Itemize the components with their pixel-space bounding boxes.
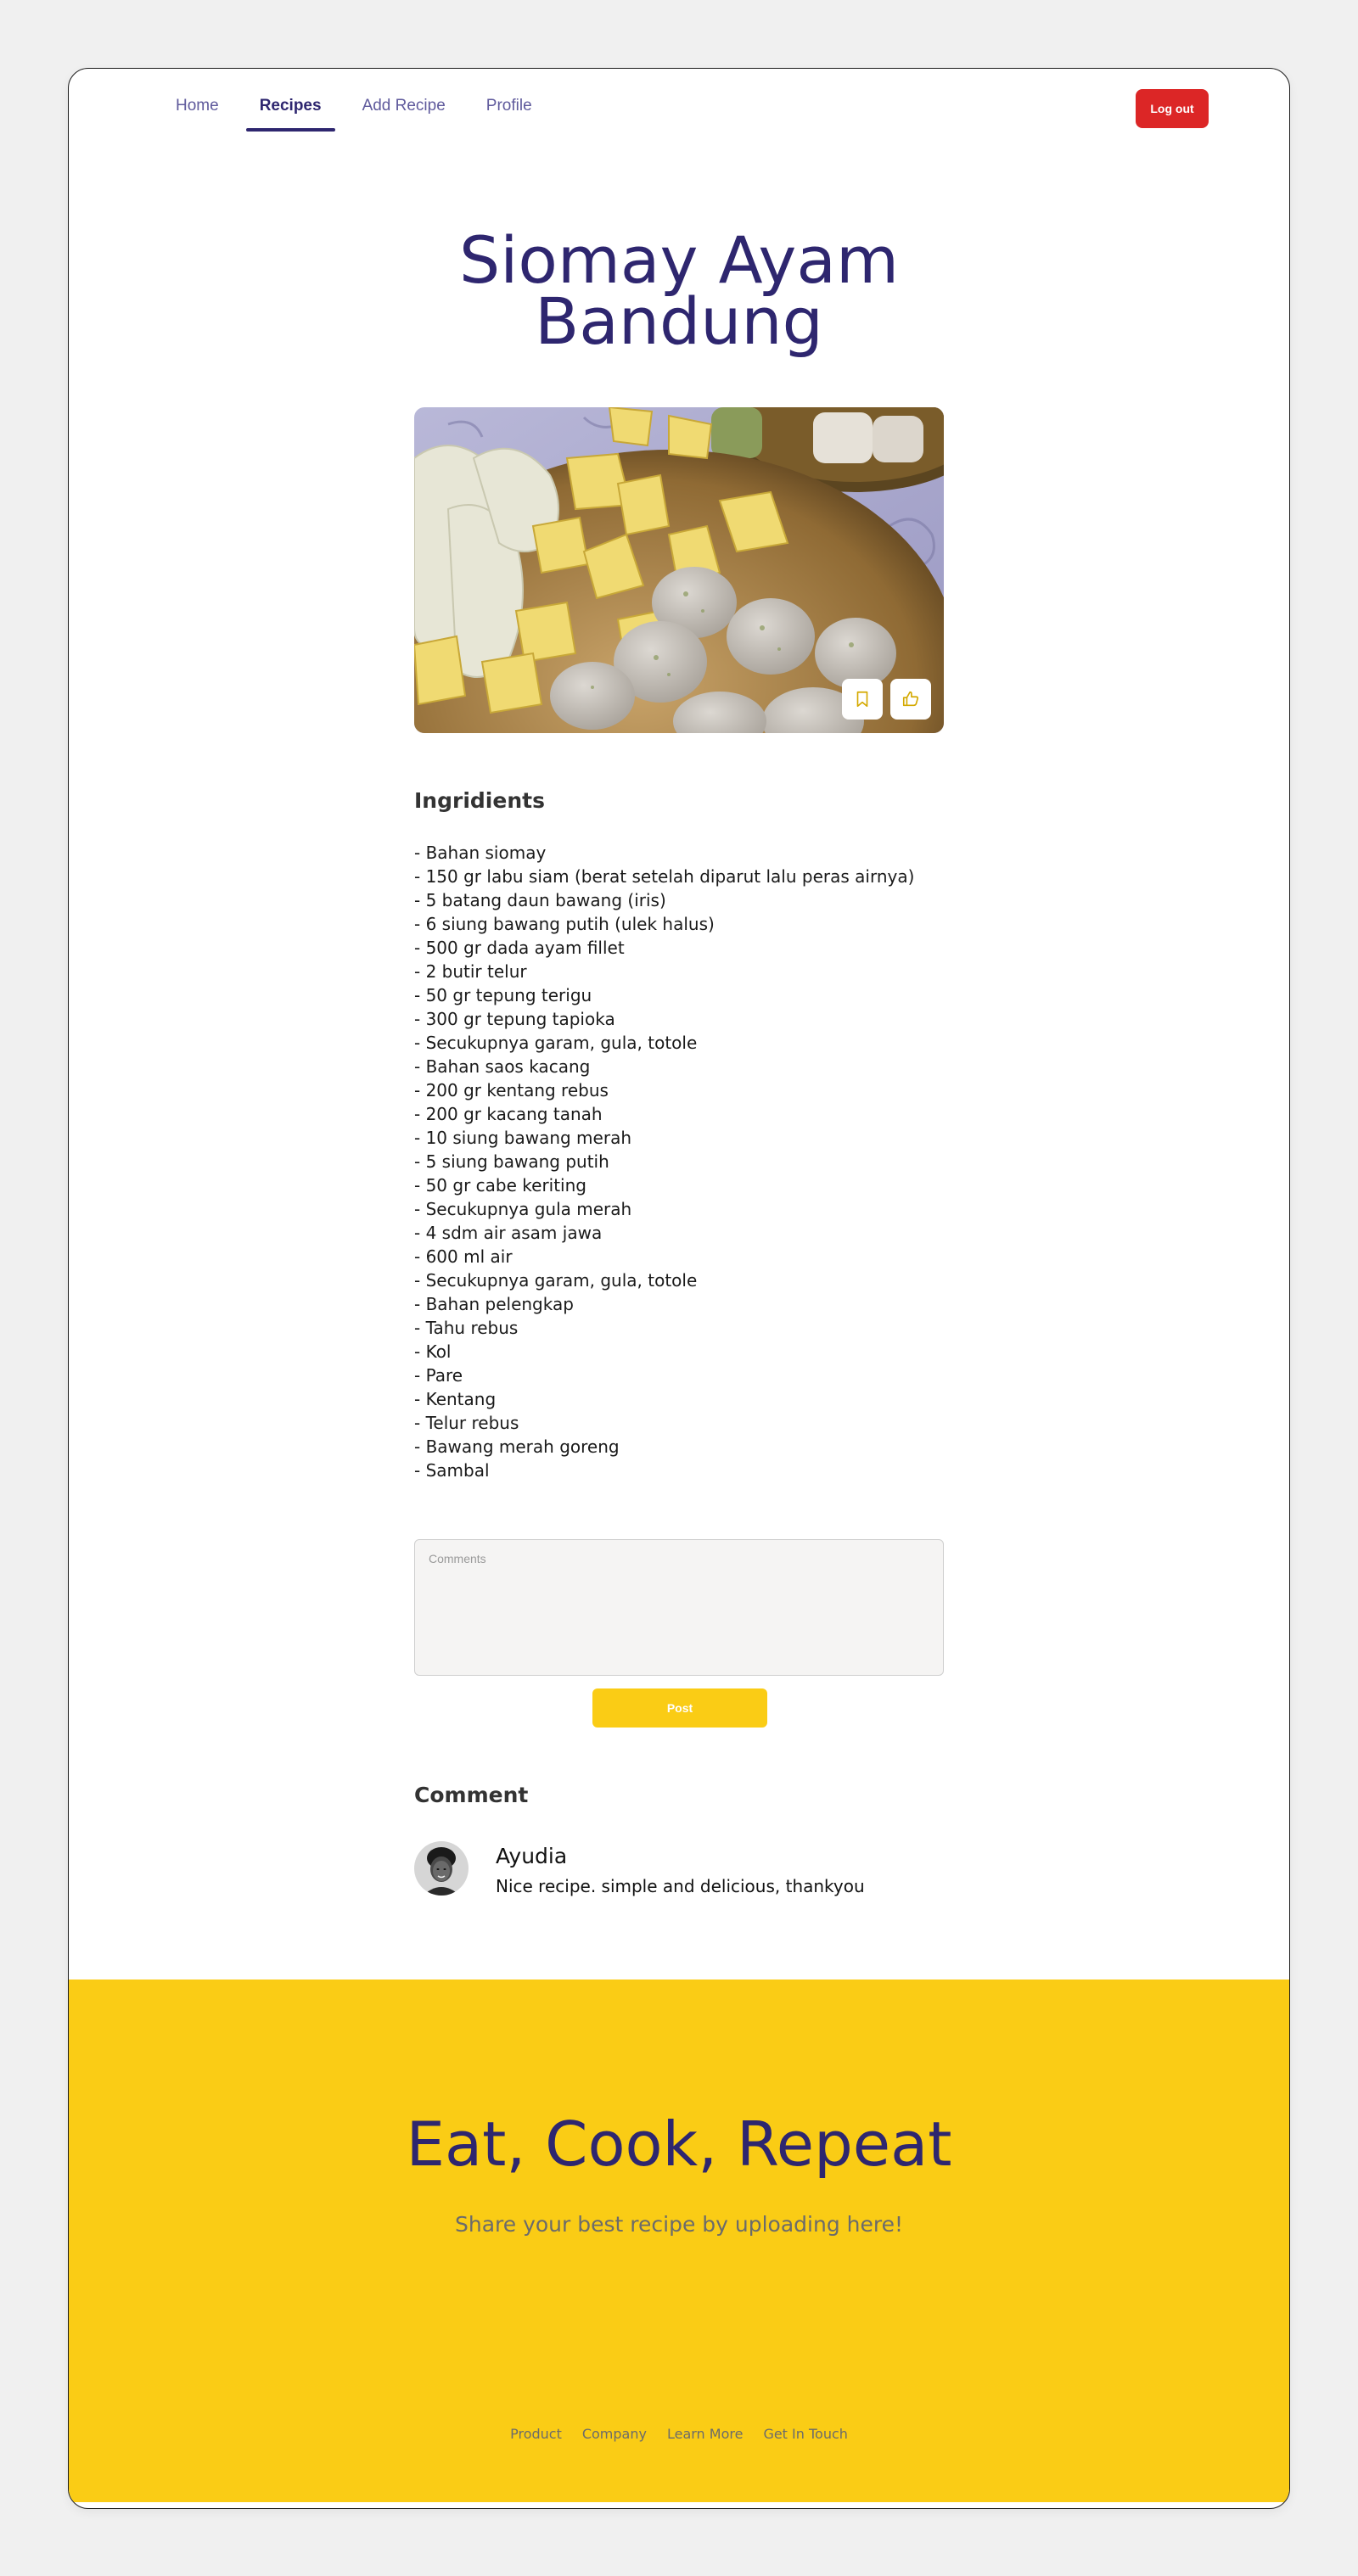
comments-heading: Comment: [414, 1783, 529, 1807]
footer-link-product[interactable]: Product: [510, 2426, 562, 2442]
comment-author: Ayudia: [496, 1844, 568, 1868]
thumbs-up-icon: [902, 691, 919, 707]
ingredient-item: - 200 gr kacang tanah: [414, 1104, 603, 1124]
user-avatar-image: [414, 1841, 469, 1896]
ingredient-item: - Pare: [414, 1365, 463, 1386]
ingredient-item: - Bahan saos kacang: [414, 1056, 591, 1077]
ingredient-item: - 50 gr tepung terigu: [414, 985, 592, 1005]
ingredient-item: - 10 siung bawang merah: [414, 1128, 631, 1148]
ingredient-item: - Secukupnya garam, gula, totole: [414, 1033, 698, 1053]
ingredient-item: - 2 butir telur: [414, 961, 527, 982]
footer-link-learn-more[interactable]: Learn More: [667, 2426, 743, 2442]
footer-links: Product Company Learn More Get In Touch: [69, 2426, 1289, 2442]
ingredients-list: - Bahan siomay - 150 gr labu siam (berat …: [414, 841, 1008, 1482]
nav-links: Home Recipes Add Recipe Profile: [162, 98, 559, 132]
ingredient-item: - Bahan pelengkap: [414, 1294, 574, 1314]
ingredient-item: - 150 gr labu siam (berat setelah diparu…: [414, 866, 915, 887]
app-window: Home Recipes Add Recipe Profile Log out …: [68, 68, 1290, 2509]
avatar: [414, 1841, 469, 1896]
footer: Eat, Cook, Repeat Share your best recipe…: [69, 1980, 1289, 2502]
ingredient-item: - Kentang: [414, 1389, 497, 1409]
footer-link-get-in-touch[interactable]: Get In Touch: [763, 2426, 847, 2442]
footer-subtitle: Share your best recipe by uploading here…: [455, 2212, 903, 2237]
ingredient-item: - Bahan siomay: [414, 843, 547, 863]
footer-link-company[interactable]: Company: [582, 2426, 647, 2442]
ingredient-item: - Kol: [414, 1341, 452, 1362]
ingredient-item: - 200 gr kentang rebus: [414, 1080, 609, 1100]
top-nav: Home Recipes Add Recipe Profile Log out: [69, 69, 1289, 154]
ingredient-item: - 300 gr tepung tapioka: [414, 1009, 615, 1029]
ingredient-item: - 4 sdm air asam jawa: [414, 1223, 603, 1243]
like-button[interactable]: [890, 679, 931, 720]
ingredient-item: - 5 siung bawang putih: [414, 1151, 609, 1172]
logout-button[interactable]: Log out: [1136, 89, 1209, 128]
ingredient-item: - Tahu rebus: [414, 1318, 519, 1338]
comment-text: Nice recipe. simple and delicious, thank…: [496, 1876, 865, 1896]
ingredient-item: - Bawang merah goreng: [414, 1436, 620, 1457]
nav-item-profile[interactable]: Profile: [473, 98, 546, 132]
ingredient-item: - 6 siung bawang putih (ulek halus): [414, 914, 715, 934]
recipe-image: [414, 407, 944, 733]
post-button[interactable]: Post: [592, 1688, 767, 1728]
ingredient-item: - 50 gr cabe keriting: [414, 1175, 586, 1196]
ingredient-item: - 5 batang daun bawang (iris): [414, 890, 666, 910]
bookmark-icon: [856, 691, 868, 708]
nav-item-recipes[interactable]: Recipes: [245, 98, 335, 132]
recipe-title: Siomay Ayam Bandung: [69, 222, 1289, 359]
footer-title: Eat, Cook, Repeat: [406, 2108, 952, 2180]
ingredient-item: - Secukupnya gula merah: [414, 1199, 632, 1219]
comment-input[interactable]: [414, 1539, 944, 1676]
ingredient-item: - Telur rebus: [414, 1413, 519, 1433]
recipe-title-line-1: Siomay Ayam: [458, 222, 899, 298]
ingredient-item: - Secukupnya garam, gula, totole: [414, 1270, 698, 1291]
nav-item-home[interactable]: Home: [162, 98, 233, 132]
ingredient-item: - 600 ml air: [414, 1246, 513, 1267]
nav-item-add-recipe[interactable]: Add Recipe: [349, 98, 459, 132]
ingredient-item: - 500 gr dada ayam fillet: [414, 938, 625, 958]
ingredients-heading: Ingridients: [414, 788, 545, 813]
ingredient-item: - Sambal: [414, 1460, 490, 1481]
recipe-title-line-2: Bandung: [535, 283, 823, 359]
bookmark-button[interactable]: [842, 679, 883, 720]
